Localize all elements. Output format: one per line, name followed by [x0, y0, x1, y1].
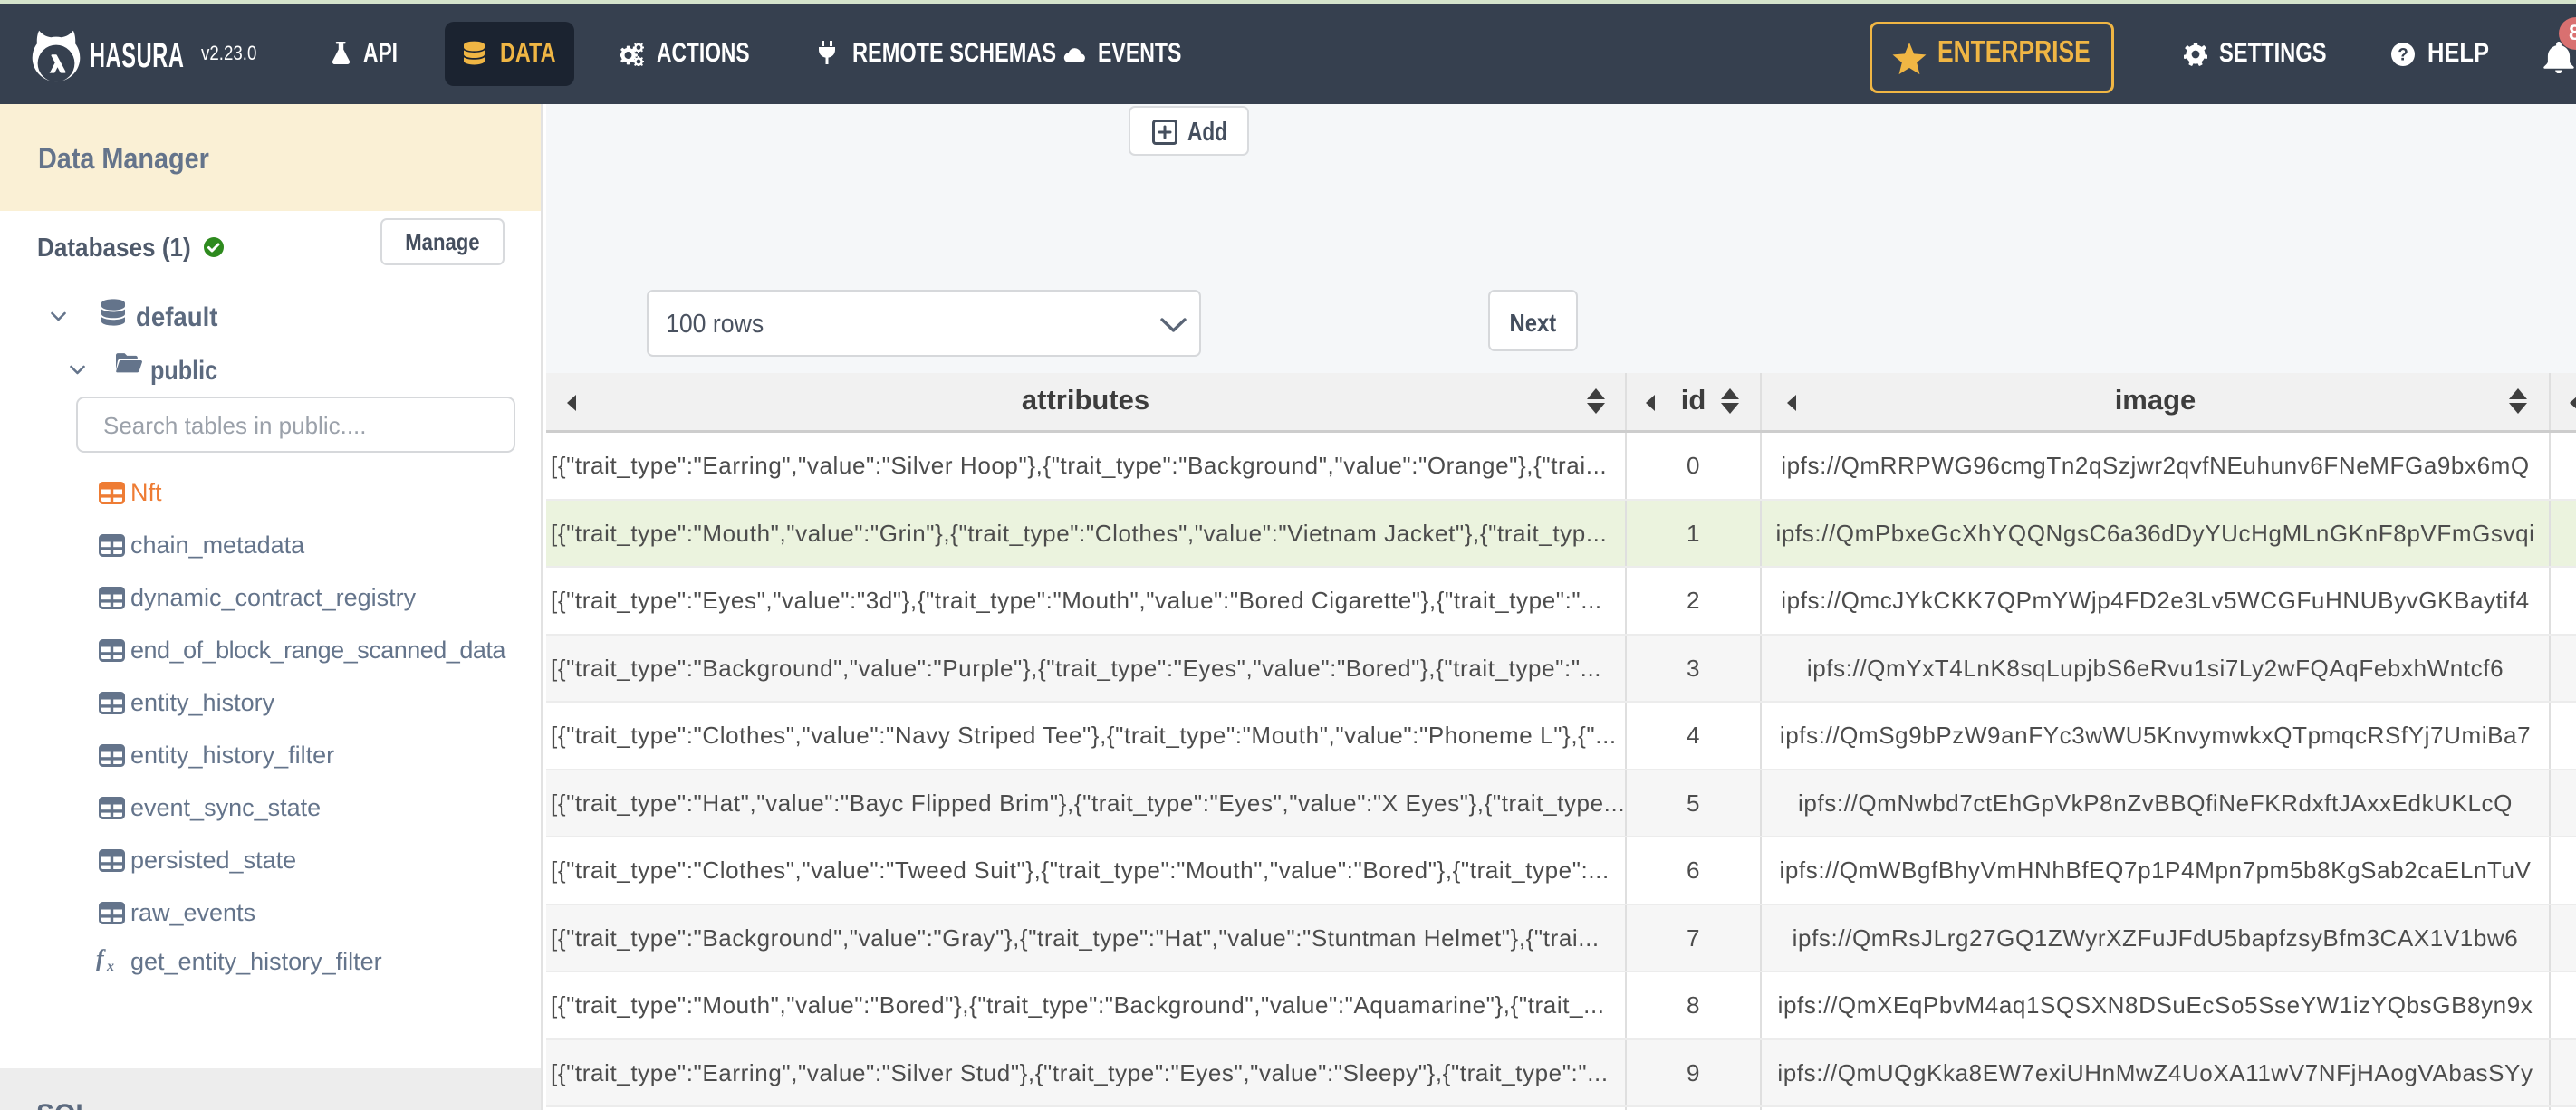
- svg-text:?: ?: [2398, 46, 2408, 65]
- svg-text:x: x: [106, 959, 114, 972]
- svg-text:f: f: [96, 949, 106, 971]
